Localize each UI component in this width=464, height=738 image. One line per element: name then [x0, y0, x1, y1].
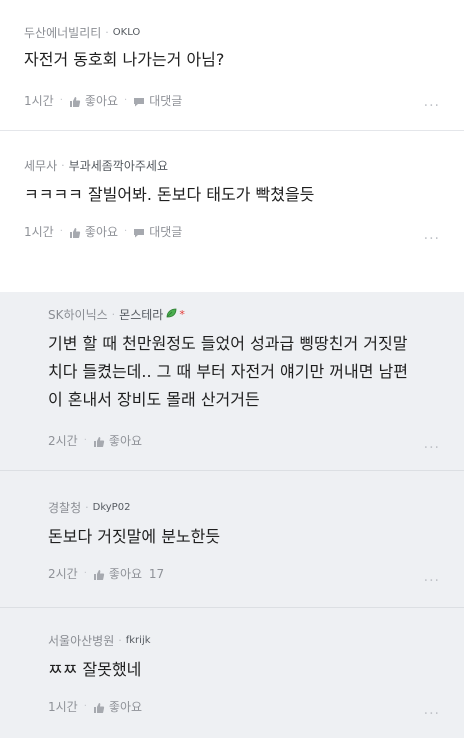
- nickname[interactable]: 부과세좀깍아주세요: [69, 157, 168, 174]
- company-label: SK하이닉스: [48, 308, 108, 322]
- thumbs-up-icon: [69, 96, 81, 108]
- comment-text: 자전거 동호회 나가는거 아님?: [24, 50, 225, 69]
- like-label: 좋아요: [84, 94, 119, 108]
- like-label: 좋아요: [108, 700, 143, 714]
- reply-button[interactable]: 대댓글: [133, 223, 182, 240]
- separator-dot: ·: [105, 26, 109, 39]
- more-options-button[interactable]: ...: [424, 436, 440, 452]
- like-button[interactable]: 좋아요: [93, 698, 142, 715]
- thumbs-up-icon: [93, 702, 105, 714]
- company-label: 세무사: [24, 159, 58, 173]
- star-icon: *: [179, 308, 185, 321]
- reply-actions: 2시간 · 좋아요 17: [48, 565, 164, 582]
- thumbs-up-icon: [69, 227, 81, 239]
- like-count: 17: [148, 567, 165, 581]
- reply-text-line: 기변 할 때 천만원정도 들었어 성과급 삥땅친거 거짓말: [48, 334, 408, 353]
- more-options-button[interactable]: ...: [424, 569, 440, 585]
- reply-label: 대댓글: [149, 225, 183, 239]
- comment-meta: 두산에너빌리티 · OKLO: [24, 24, 140, 41]
- reply-time: 2시간: [48, 567, 78, 581]
- reply-actions: 2시간 · 좋아요: [48, 432, 142, 449]
- reply-meta: 경찰청 · DkyP02: [48, 499, 130, 516]
- reply-button[interactable]: 대댓글: [133, 92, 182, 109]
- separator-dot: ·: [124, 95, 128, 106]
- company-label: 서울아산병원: [48, 634, 115, 648]
- separator-dot: ·: [85, 501, 89, 514]
- company-label: 경찰청: [48, 501, 82, 515]
- like-button[interactable]: 좋아요: [93, 432, 142, 449]
- comment-meta: 세무사 · 부과세좀깍아주세요: [24, 157, 168, 174]
- separator-dot: ·: [118, 634, 122, 647]
- reply-time: 2시간: [48, 434, 78, 448]
- comment-text: ㅋㅋㅋㅋ 잘빌어봐. 돈보다 태도가 빡쳤을듯: [24, 185, 315, 204]
- like-button[interactable]: 좋아요: [69, 223, 118, 240]
- separator-dot: ·: [124, 226, 128, 237]
- nickname[interactable]: OKLO: [113, 27, 141, 38]
- separator-dot: ·: [83, 568, 87, 579]
- reply-actions: 1시간 · 좋아요: [48, 698, 142, 715]
- separator-dot: ·: [61, 159, 65, 172]
- like-label: 좋아요: [84, 225, 119, 239]
- like-label: 좋아요: [108, 434, 143, 448]
- company-label: 두산에너빌리티: [24, 26, 102, 40]
- leaf-icon: [165, 307, 177, 322]
- reply-text: ㅉㅉ 잘못했네: [48, 660, 142, 679]
- separator-dot: ·: [59, 95, 63, 106]
- reply-text: 돈보다 거짓말에 분노한듯: [48, 527, 221, 546]
- comment-time: 1시간: [24, 94, 54, 108]
- separator-dot: ·: [111, 308, 116, 321]
- comment-actions: 1시간 · 좋아요 · 대댓글: [24, 223, 182, 240]
- thumbs-up-icon: [93, 569, 105, 581]
- speech-bubble-icon: [133, 96, 145, 108]
- nickname[interactable]: fkrijk: [126, 635, 151, 646]
- nickname[interactable]: 몬스테라: [119, 306, 163, 323]
- like-button[interactable]: 좋아요 17: [93, 565, 164, 582]
- comment-1: 두산에너빌리티 · OKLO 자전거 동호회 나가는거 아님? 1시간 · 좋아…: [0, 0, 464, 130]
- reply-time: 1시간: [48, 700, 78, 714]
- speech-bubble-icon: [133, 227, 145, 239]
- nickname[interactable]: DkyP02: [93, 502, 131, 513]
- comment-2: 세무사 · 부과세좀깍아주세요 ㅋㅋㅋㅋ 잘빌어봐. 돈보다 태도가 빡쳤을듯 …: [0, 131, 464, 265]
- reply-text: 기변 할 때 천만원정도 들었어 성과급 삥땅친거 거짓말 치다 들켰는데.. …: [48, 330, 408, 414]
- reply-text-line: 이 혼내서 장비도 몰래 산거거든: [48, 390, 260, 409]
- thumbs-up-icon: [93, 436, 105, 448]
- separator-dot: ·: [83, 701, 87, 712]
- reply-meta: 서울아산병원 · fkrijk: [48, 632, 151, 649]
- reply-text-line: 치다 들켰는데.. 그 때 부터 자전거 얘기만 꺼내면 남편: [48, 362, 408, 381]
- reply-label: 대댓글: [149, 94, 183, 108]
- comment-time: 1시간: [24, 225, 54, 239]
- like-button[interactable]: 좋아요: [69, 92, 118, 109]
- reply-2: 경찰청 · DkyP02 돈보다 거짓말에 분노한듯 2시간 · 좋아요 17 …: [0, 471, 464, 607]
- like-label: 좋아요: [108, 567, 143, 581]
- reply-1: SK하이닉스 · 몬스테라 * 기변 할 때 천만원정도 들었어 성과급 삥땅친…: [0, 292, 464, 470]
- reply-meta: SK하이닉스 · 몬스테라 *: [48, 306, 185, 323]
- more-options-button[interactable]: ...: [424, 702, 440, 718]
- separator-dot: ·: [59, 226, 63, 237]
- comment-actions: 1시간 · 좋아요 · 대댓글: [24, 92, 182, 109]
- more-options-button[interactable]: ...: [424, 227, 440, 243]
- more-options-button[interactable]: ...: [424, 94, 440, 110]
- reply-3: 서울아산병원 · fkrijk ㅉㅉ 잘못했네 1시간 · 좋아요 ...: [0, 608, 464, 738]
- separator-dot: ·: [83, 435, 87, 446]
